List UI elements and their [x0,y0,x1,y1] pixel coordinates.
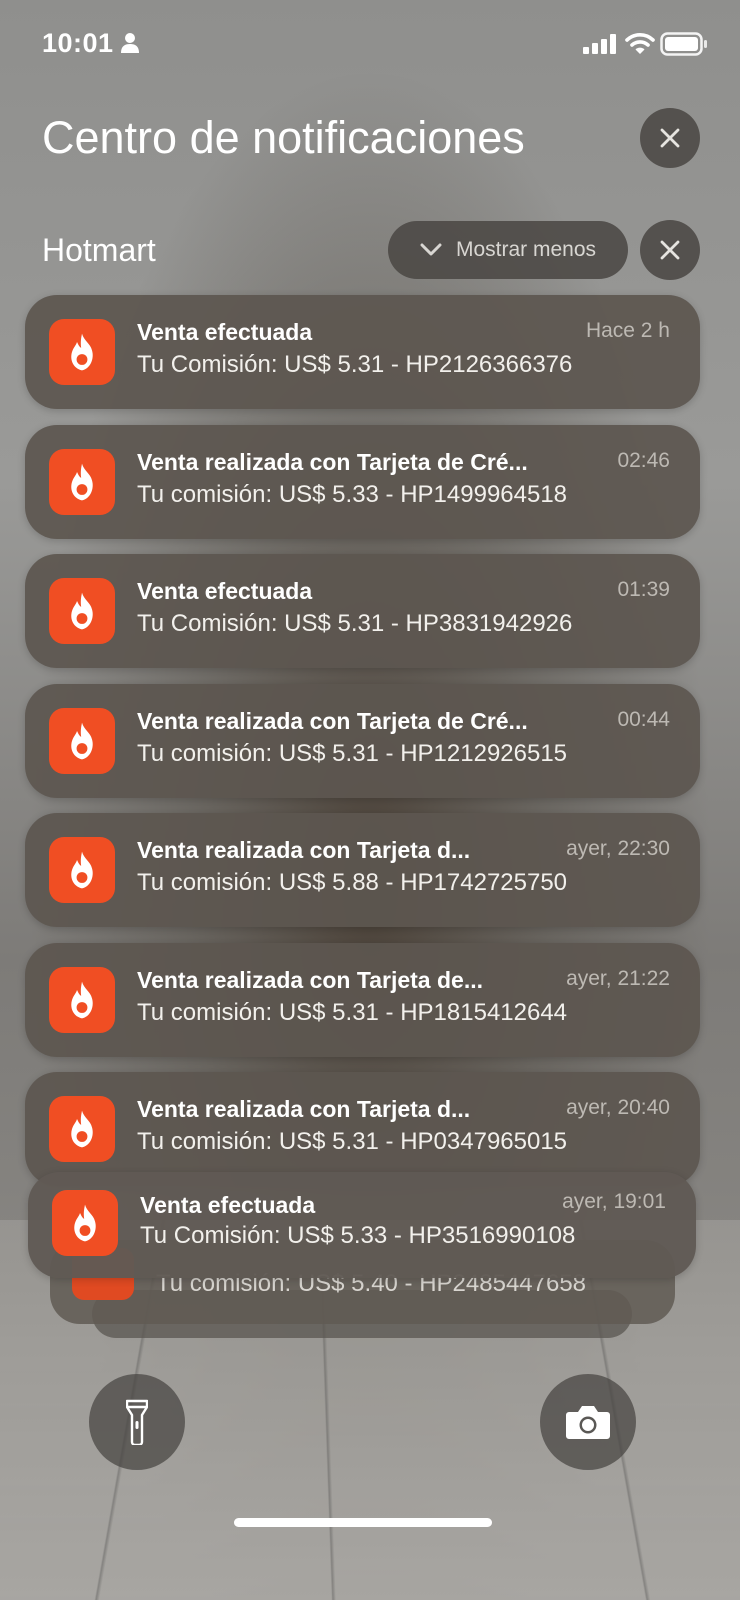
chevron-down-icon [420,243,442,256]
camera-button[interactable] [540,1374,636,1470]
notification-card[interactable]: Venta realizada con Tarjeta d... ayer, 2… [25,813,700,927]
notification-body: Tu Comisión: US$ 5.31 - HP3831942926 [137,610,573,637]
clear-group-button[interactable] [640,220,700,280]
notification-time: ayer, 20:40 [566,1096,670,1119]
notification-card[interactable]: Venta realizada con Tarjeta d... ayer, 2… [25,1072,700,1186]
cellular-signal-icon [583,34,616,54]
notification-body: Tu Comisión: US$ 5.31 - HP2126366376 [137,351,573,378]
notification-time: 01:39 [617,578,670,601]
notification-card[interactable]: Venta realizada con Tarjeta de Cré... 02… [25,425,700,539]
group-app-name: Hotmart [42,232,156,268]
notification-body: Tu Comisión: US$ 5.33 - HP3516990108 [140,1222,576,1249]
notification-time: Hace 2 h [585,319,670,342]
notification-time: 02:46 [617,449,670,472]
close-icon [660,240,680,260]
notification-time: ayer, 19:01 [562,1190,666,1213]
notification-body: Tu comisión: US$ 5.31 - HP1815412644 [137,999,568,1026]
flashlight-icon [126,1399,148,1445]
notification-time: ayer, 21:22 [566,967,670,990]
person-icon [121,33,139,53]
show-less-button[interactable]: Mostrar menos [388,221,628,279]
notification-center-title: Centro de notificaciones [42,112,525,163]
notification-title: Venta realizada con Tarjeta de Cré... [137,708,528,734]
hotmart-app-icon [49,967,115,1033]
notification-body: Tu comisión: US$ 5.88 - HP1742725750 [137,869,568,896]
status-time: 10:01 [42,28,114,58]
notification-title: Venta efectuada [140,1192,316,1218]
notification-body: Tu comisión: US$ 5.31 - HP0347965015 [137,1128,568,1155]
notification-title: Venta efectuada [137,578,313,604]
hotmart-app-icon [49,319,115,385]
notification-card[interactable]: Venta realizada con Tarjeta de Cré... 00… [25,684,700,798]
notification-title: Venta realizada con Tarjeta d... [137,1096,471,1122]
hotmart-app-icon [52,1190,118,1256]
hotmart-app-icon [49,708,115,774]
notification-time: ayer, 22:30 [566,837,670,860]
notification-body: Tu comisión: US$ 5.33 - HP1499964518 [137,481,568,508]
camera-icon [566,1406,610,1439]
notification-time: 00:44 [617,708,670,731]
flashlight-button[interactable] [89,1374,185,1470]
notification-body: Tu comisión: US$ 5.31 - HP1212926515 [137,740,568,767]
hotmart-app-icon [49,449,115,515]
hotmart-app-icon [49,837,115,903]
notification-title: Venta realizada con Tarjeta de Cré... [137,449,528,475]
hotmart-app-icon [49,1096,115,1162]
wifi-icon [625,33,655,54]
notification-card[interactable]: Venta realizada con Tarjeta de... ayer, … [25,943,700,1057]
hotmart-app-icon [49,578,115,644]
status-bar: 10:01 [0,0,740,90]
close-icon [660,128,680,148]
clear-all-button[interactable] [640,108,700,168]
notification-title: Venta realizada con Tarjeta de... [137,967,483,993]
notification-card[interactable]: Venta efectuada Hace 2 h Tu Comisión: US… [25,295,700,409]
notification-title: Venta efectuada [137,319,313,345]
battery-icon [660,32,707,56]
notification-card[interactable]: Venta efectuada 01:39 Tu Comisión: US$ 5… [25,554,700,668]
show-less-label: Mostrar menos [455,238,597,261]
notification-title: Venta realizada con Tarjeta d... [137,837,471,863]
home-indicator[interactable] [234,1518,492,1527]
notification-card[interactable]: Venta efectuada ayer, 19:01 Tu Comisión:… [28,1172,696,1278]
